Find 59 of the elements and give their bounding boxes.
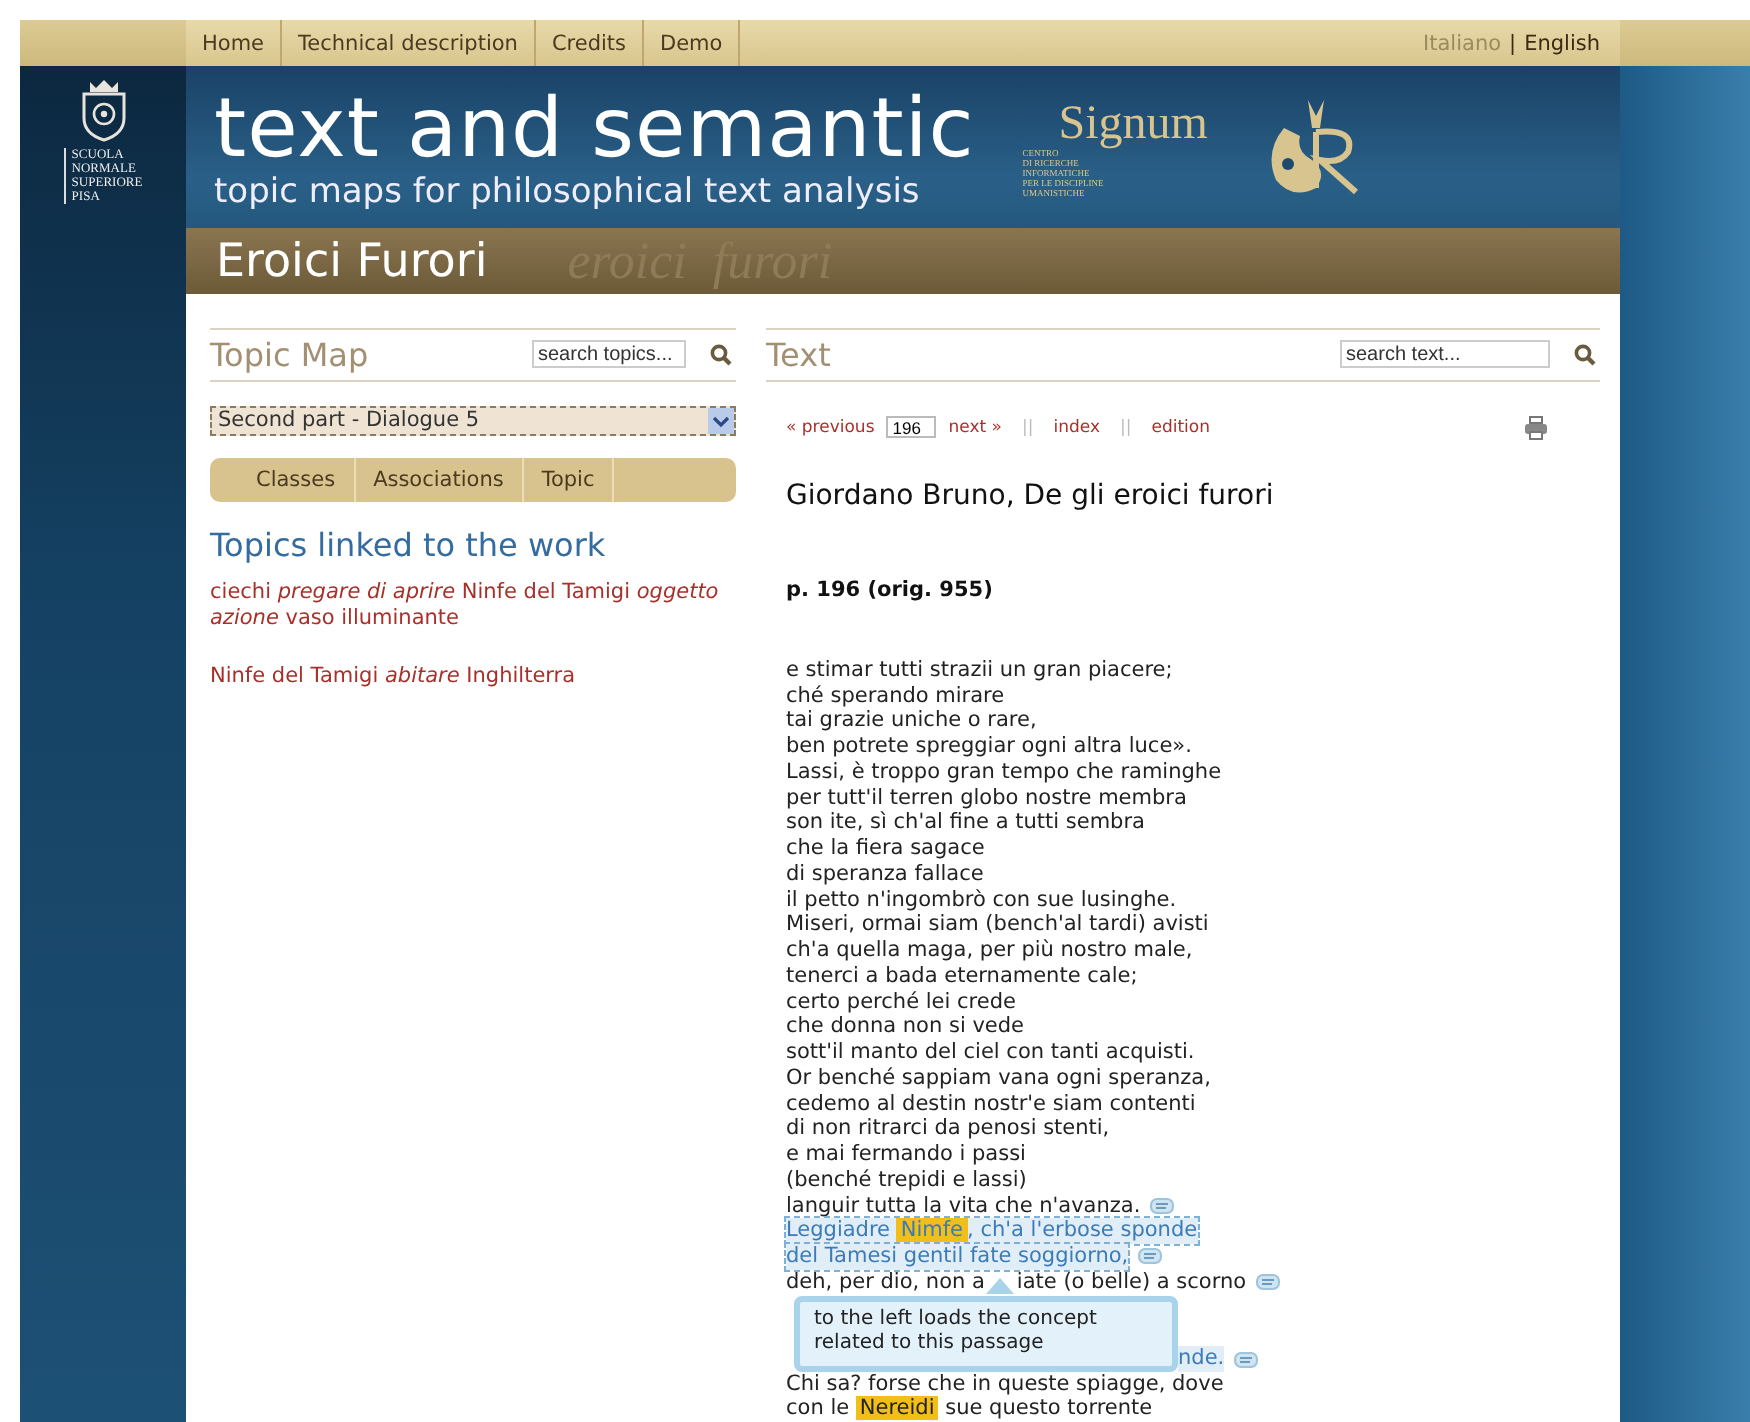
poem-line: ben potrete spreggiar ogni altra luce». [786, 734, 1192, 760]
poem-line: Chi sa? forse che in queste spiagge, dove [786, 1371, 1224, 1397]
poem-line: sott'il manto del ciel con tanti acquisti. [786, 1040, 1195, 1066]
tooltip: to the left loads the concept related to this passage [794, 1295, 1178, 1371]
search-icon[interactable] [710, 343, 732, 366]
poem-line: che donna non si vede [786, 1014, 1024, 1040]
poem-line: (benché trepidi e lassi) [786, 1167, 1027, 1193]
work-title: Giordano Bruno, De gli eroici furori [786, 479, 1276, 512]
language-link[interactable]: English [1524, 31, 1600, 55]
poem-line: Lassi, è troppo gran tempo che raminghe [786, 759, 1222, 785]
poem-line: di non ritrarci da penosi stenti, [786, 1116, 1110, 1142]
tab[interactable]: Associations [355, 457, 524, 502]
poem-line: per tutt'il terren globo nostre membra [786, 785, 1187, 811]
poem-line: Miseri, ormai siam (bench'al tardi) avisti [786, 912, 1209, 938]
site-title: text and semantic [214, 83, 975, 172]
poem-line: ché sperando mirare [786, 683, 1005, 709]
page-field[interactable]: 196 [886, 416, 937, 439]
poem-line: e mai fermando i passi [786, 1142, 1026, 1168]
index-link[interactable]: index [1053, 417, 1100, 438]
poem-line: languir tutta la vita che n'avanza. [786, 1193, 1141, 1219]
poem-line: e stimar tutti strazii un gran piacere; [786, 657, 1173, 683]
tab[interactable]: Classes [238, 457, 356, 502]
tab[interactable]: Topic [523, 457, 615, 502]
concept-icon[interactable] [1256, 1274, 1281, 1291]
separator: || [1119, 417, 1132, 438]
concept-icon[interactable] [1138, 1248, 1163, 1265]
site-subtitle: topic maps for philosophical text analysis [214, 171, 922, 212]
search-icon[interactable] [1574, 343, 1596, 366]
section-heading: Topics linked to the work [210, 525, 608, 564]
panel-title: Topic Map [210, 335, 371, 374]
previous-link[interactable]: « previous [786, 417, 875, 438]
topic-link[interactable]: Ninfe del Tamigi abitare Inghilterra [210, 663, 736, 690]
separator: || [1021, 417, 1034, 438]
poem-line: di speranza fallace [786, 861, 984, 887]
search-field[interactable]: search topics... [532, 340, 686, 369]
edition-link[interactable]: edition [1151, 417, 1210, 438]
dialogue-dropdown[interactable]: Second part - Dialogue 5 [210, 405, 736, 436]
topic-link[interactable]: ciechi pregare di aprire Ninfe del Tamigi oggetto azione vaso illuminante [210, 579, 736, 632]
crest-icon [77, 78, 129, 142]
language-separator: | [1509, 31, 1517, 55]
next-link[interactable]: next » [948, 417, 1002, 438]
signum-logo-text: Signum [1058, 100, 1208, 149]
poem-line: il petto n'ingombrò con sue lusinghe. [786, 887, 1177, 913]
poem-line: che la fiera sagace [786, 836, 985, 862]
poem-line: tenerci a bada eternamente cale; [786, 963, 1138, 989]
poem-line: certo perché lei crede [786, 989, 1016, 1015]
concept-icon[interactable] [1150, 1197, 1175, 1214]
search-field[interactable]: search text... [1340, 340, 1550, 369]
work-banner-title: Eroici Furori [216, 235, 488, 287]
poem-line: son ite, sì ch'al fine a tutti sembra [786, 810, 1145, 836]
panel-title: Text [766, 335, 833, 374]
print-icon[interactable] [1524, 415, 1548, 440]
page-label: p. 196 (orig. 955) [786, 577, 995, 602]
poem-line: Or benché sappiam vana ogni speranza, [786, 1065, 1211, 1091]
poem-line: tai grazie uniche o rare, [786, 708, 1037, 734]
poem-line: ch'a quella maga, per più nostro male, [786, 938, 1193, 964]
poem-line: con le Nereidi sue questo torrente [786, 1396, 1153, 1422]
poem-line: cedemo al destin nostr'e siam contenti [786, 1091, 1196, 1117]
concept-icon[interactable] [1234, 1351, 1259, 1367]
